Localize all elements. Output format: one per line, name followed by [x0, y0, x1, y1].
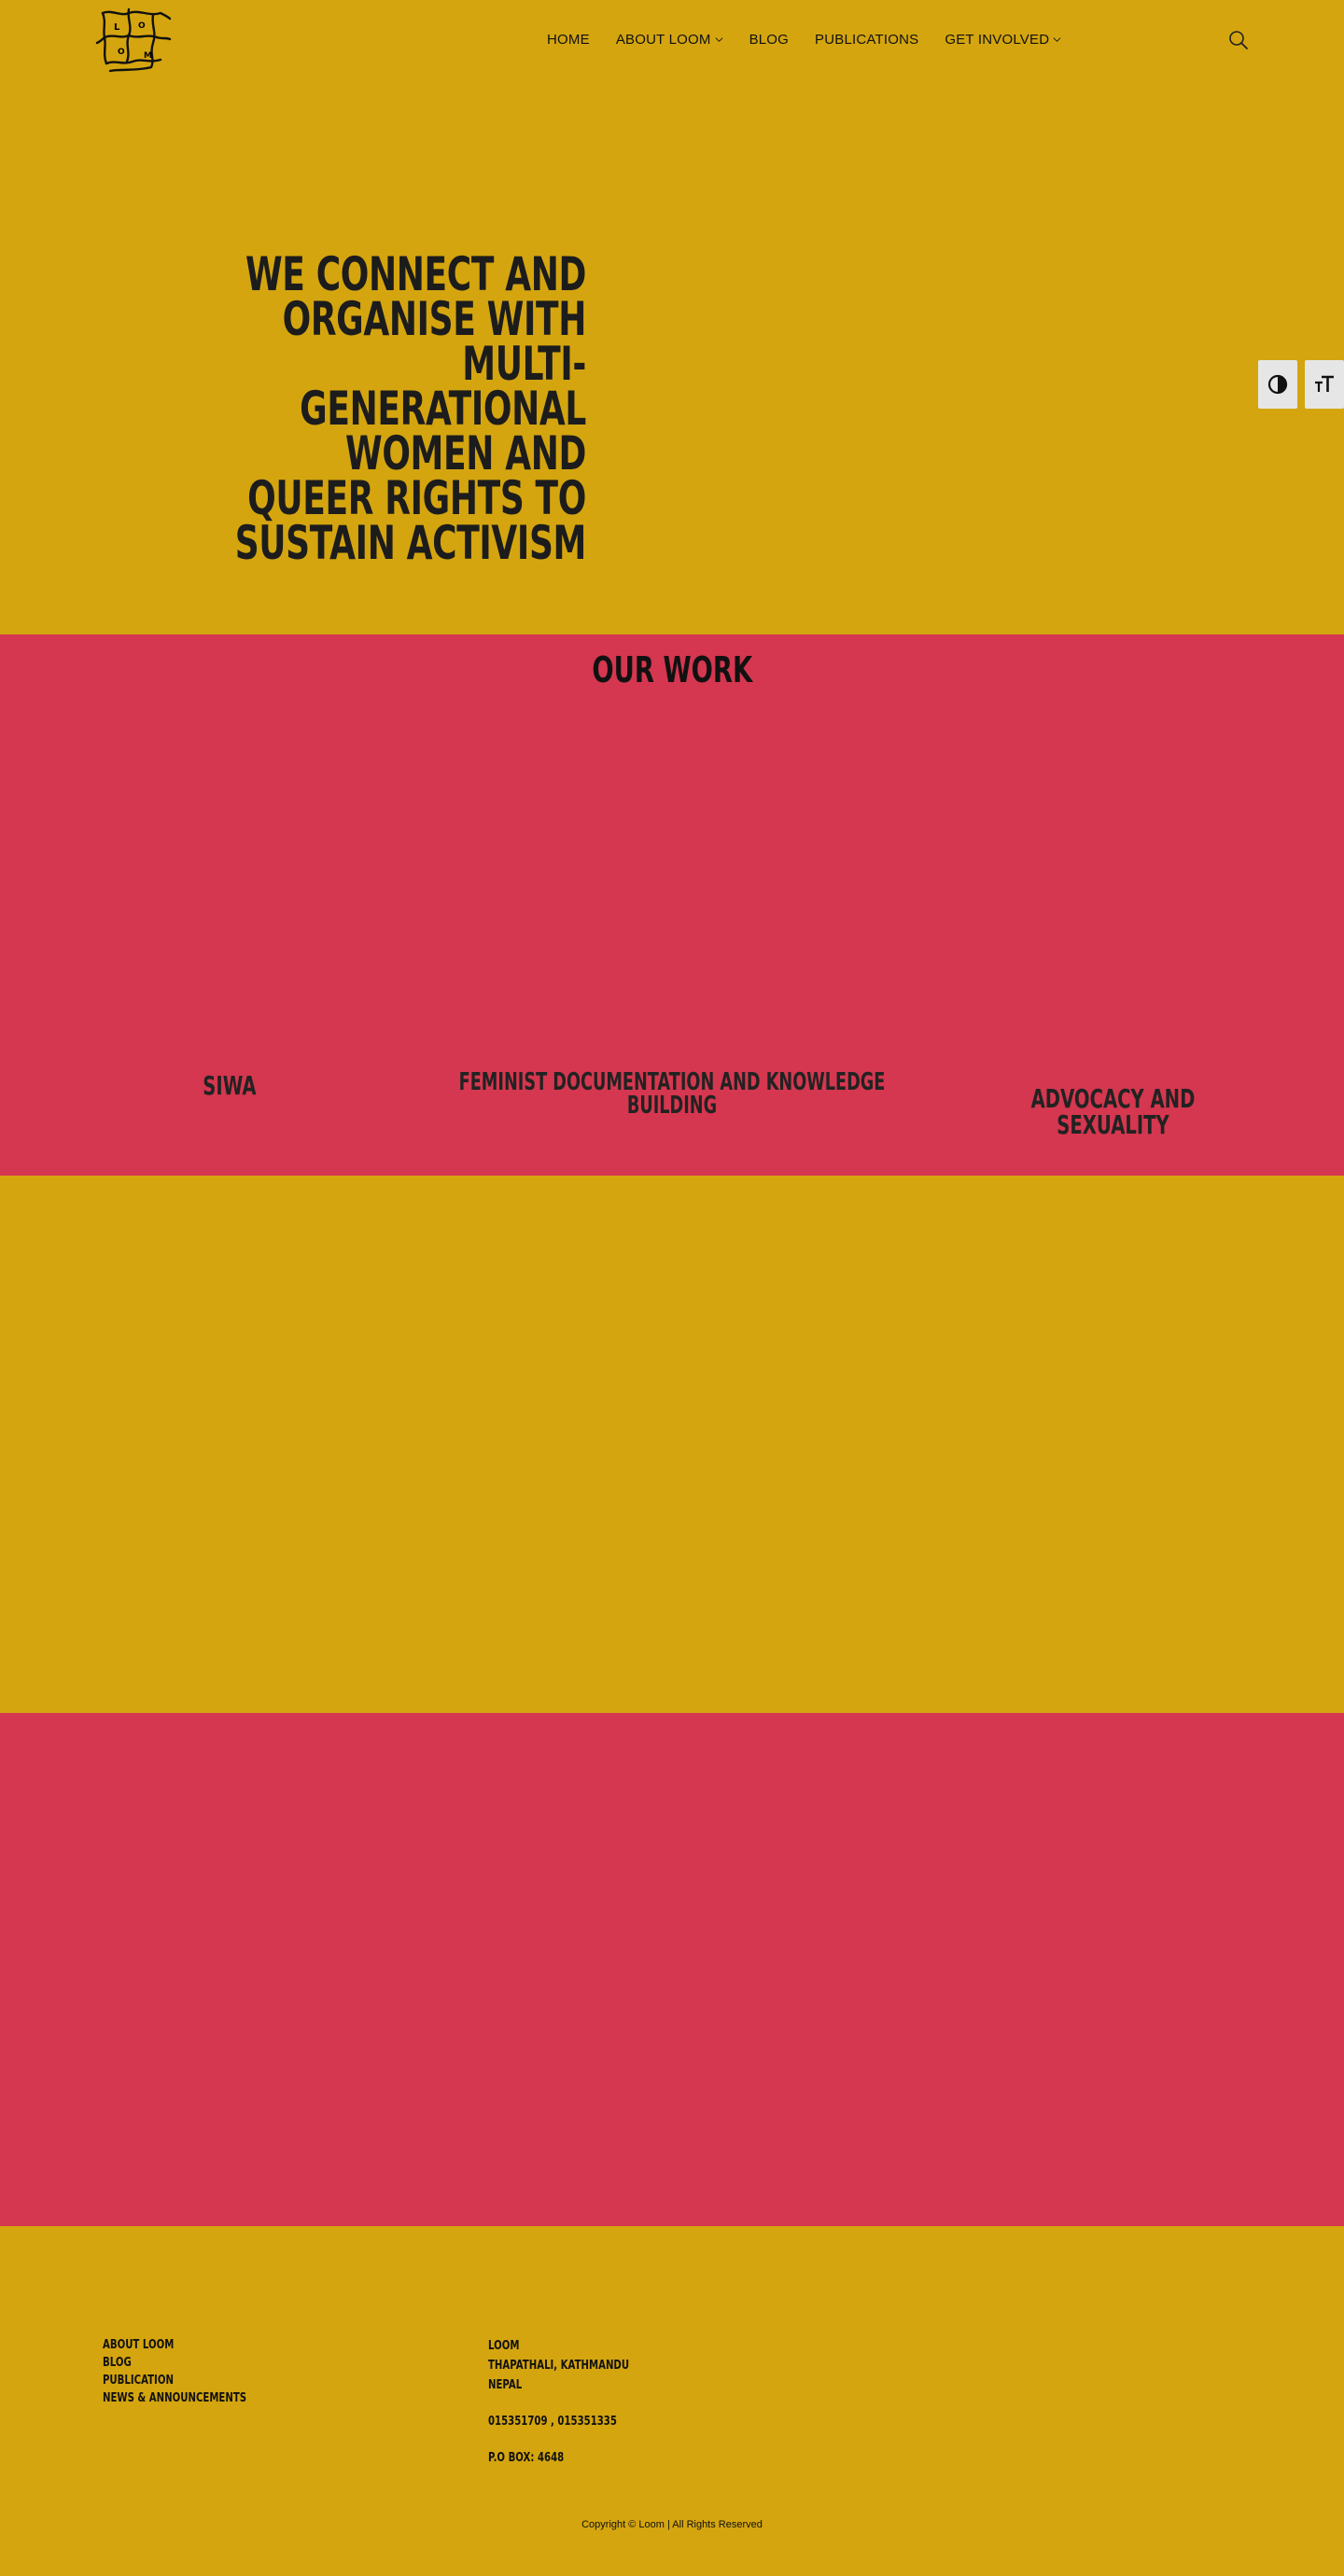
- main-nav: HOME ABOUT LOOM BLOG PUBLICATIONS GET IN…: [547, 32, 1061, 48]
- nav-blog-label: BLOG: [749, 32, 790, 48]
- footer-link-news[interactable]: NEWS & ANNOUNCEMENTS: [103, 2389, 246, 2407]
- red-section: [0, 1713, 1344, 2226]
- chevron-down-icon: [715, 37, 722, 42]
- svg-text:O: O: [118, 48, 125, 57]
- footer-link-blog[interactable]: BLOG: [103, 2354, 246, 2372]
- footer-address-line2: NEPAL: [488, 2378, 523, 2392]
- site-header: L O O M HOME ABOUT LOOM BLOG PUBLICATION…: [0, 0, 1344, 84]
- footer-org-name: LOOM: [488, 2339, 520, 2353]
- nav-get-involved-label: GET INVOLVED: [945, 32, 1050, 48]
- nav-publications-label: PUBLICATIONS: [815, 32, 919, 48]
- hero-headline: WE CONNECT AND ORGANISE WITH MULTI- GENE…: [234, 247, 587, 570]
- footer-contact: LOOM THAPATHALI, KATHMANDU NEPAL 0153517…: [488, 2336, 669, 2468]
- footer-phone: 015351709 , 015351335: [488, 2415, 617, 2429]
- footer-link-publication[interactable]: PUBLICATION: [103, 2372, 246, 2389]
- copyright-text: Copyright © Loom | All Rights Reserved: [581, 2519, 763, 2530]
- nav-blog[interactable]: BLOG: [749, 32, 789, 48]
- nav-home[interactable]: HOME: [547, 32, 590, 48]
- nav-publications[interactable]: PUBLICATIONS: [815, 32, 918, 48]
- footer-address-line1: THAPATHALI, KATHMANDU: [488, 2359, 630, 2373]
- contrast-icon: [1267, 374, 1288, 395]
- svg-text:L: L: [114, 22, 120, 33]
- footer-links: ABOUT LOOM BLOG PUBLICATION NEWS & ANNOU…: [103, 2336, 287, 2407]
- font-size-icon: [1315, 375, 1334, 392]
- yellow-section: [0, 1176, 1344, 1713]
- chevron-down-icon: [1053, 37, 1061, 42]
- nav-home-label: HOME: [547, 32, 590, 48]
- footer-pobox: P.O BOX: 4648: [488, 2451, 565, 2465]
- search-icon[interactable]: [1228, 30, 1249, 50]
- footer-link-about[interactable]: ABOUT LOOM: [103, 2336, 246, 2354]
- contrast-toggle-button[interactable]: [1258, 360, 1297, 409]
- nav-about-loom[interactable]: ABOUT LOOM: [616, 32, 723, 48]
- svg-text:M: M: [144, 51, 152, 61]
- work-item-advocacy[interactable]: ADVOCACY AND SEXUALITY: [933, 1086, 1293, 1138]
- nav-get-involved[interactable]: GET INVOLVED: [945, 32, 1061, 48]
- work-item-feminist-documentation[interactable]: FEMINIST DOCUMENTATION AND KNOWLEDGE BUI…: [439, 1070, 905, 1118]
- our-work-title: OUR WORK: [592, 649, 752, 690]
- font-size-button[interactable]: [1305, 360, 1344, 409]
- loom-logo[interactable]: L O O M: [95, 6, 172, 80]
- work-item-siwa[interactable]: SIWA: [90, 1073, 370, 1099]
- site-footer: ABOUT LOOM BLOG PUBLICATION NEWS & ANNOU…: [0, 2226, 1344, 2576]
- our-work-section: OUR WORK SIWA FEMINIST DOCUMENTATION AND…: [0, 634, 1344, 1176]
- svg-text:O: O: [138, 21, 146, 31]
- nav-about-label: ABOUT LOOM: [615, 32, 711, 48]
